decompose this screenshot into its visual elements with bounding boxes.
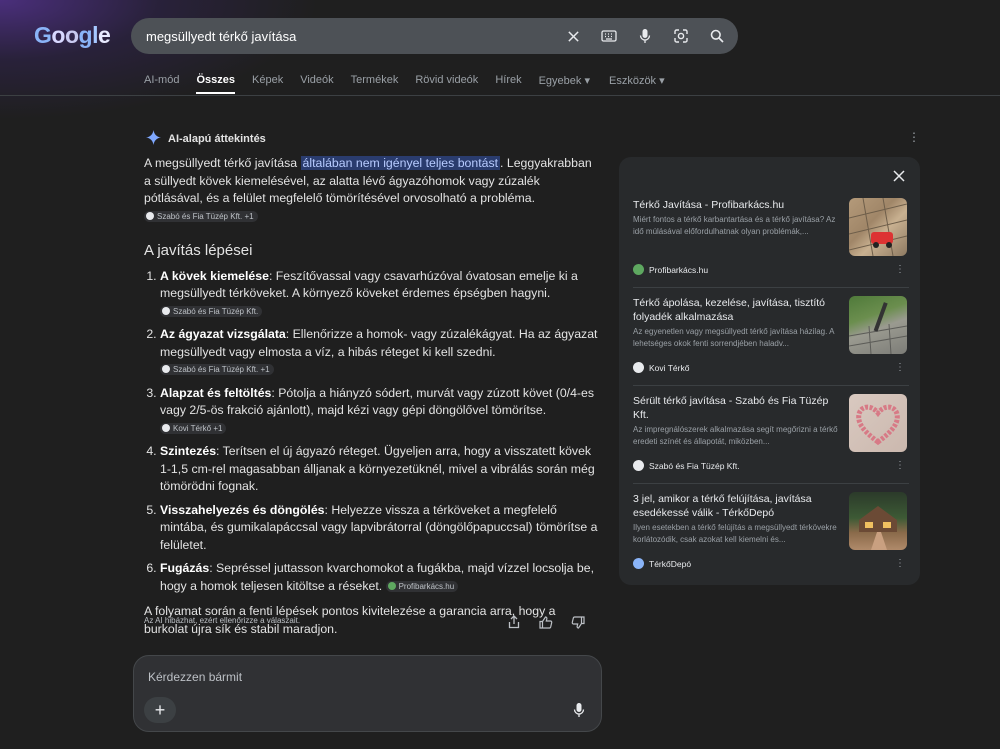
step-item: Alapzat és feltöltés: Pótolja a hiányzó …: [160, 385, 599, 438]
step-item: Szintezés: Terítsen el új ágyazó réteget…: [160, 443, 599, 496]
source-snippet: Ilyen esetekben a térkő felújítás a megs…: [633, 523, 837, 544]
clear-icon[interactable]: [564, 27, 582, 45]
search-icon[interactable]: [708, 27, 726, 45]
source-card[interactable]: Sérült térkő javítása - Szabó és Fia Tüz…: [633, 394, 907, 471]
source-site[interactable]: Profibarkács.hu: [633, 264, 708, 275]
favicon-icon: [146, 211, 154, 220]
citation-chip[interactable]: Szabó és Fia Tüzép Kft. +1: [160, 364, 274, 376]
add-icon[interactable]: +: [144, 697, 176, 723]
source-snippet: Miért fontos a térkő karbantartása és a …: [633, 215, 836, 236]
source-divider: [633, 483, 909, 484]
tab-videos[interactable]: Videók: [300, 74, 333, 94]
close-icon[interactable]: [893, 169, 905, 187]
source-snippet: Az impregnálószerek alkalmazása segít me…: [633, 425, 838, 446]
source-title[interactable]: 3 jel, amikor a térkő felújítása, javítá…: [633, 492, 841, 520]
source-site[interactable]: TérkőDepó: [633, 558, 691, 569]
source-more-icon[interactable]: ⋮: [895, 362, 905, 373]
tab-products[interactable]: Termékek: [351, 74, 399, 94]
tab-news[interactable]: Hírek: [495, 74, 521, 94]
step-item: Visszahelyezés és döngölés: Helyezze vis…: [160, 502, 599, 555]
source-title[interactable]: Térkő ápolása, kezelése, javítása, tiszt…: [633, 296, 841, 324]
ai-overview-header: AI-alapú áttekintés: [146, 130, 266, 148]
tab-ai-mode[interactable]: AI-mód: [144, 74, 179, 94]
source-thumbnail[interactable]: [849, 394, 907, 452]
source-site[interactable]: Szabó és Fia Tüzép Kft.: [633, 460, 740, 471]
step-item: Fugázás: Sepréssel juttasson kvarchomoko…: [160, 560, 599, 595]
source-title[interactable]: Sérült térkő javítása - Szabó és Fia Tüz…: [633, 394, 841, 422]
camera-lens-icon[interactable]: [672, 27, 690, 45]
citation-chip[interactable]: Kovi Térkő +1: [160, 422, 227, 434]
ai-disclaimer: Az AI hibázhat, ezért ellenőrizze a vála…: [144, 616, 301, 625]
favicon-icon: [633, 460, 644, 471]
feedback-actions: [506, 614, 586, 630]
source-divider: [633, 385, 909, 386]
sparkle-icon: [146, 130, 161, 148]
tab-tools[interactable]: Eszközök ▾: [609, 74, 665, 94]
citation-chip[interactable]: Szabó és Fia Tüzép Kft.: [160, 305, 263, 317]
ai-overview-title: AI-alapú áttekintés: [168, 133, 266, 145]
tab-short-videos[interactable]: Rövid videók: [415, 74, 478, 94]
sources-panel: Térkő Javítása - Profibarkács.hu Miért f…: [619, 157, 920, 585]
citation-chip[interactable]: Szabó és Fia Tüzép Kft. +1: [144, 210, 258, 222]
more-options-icon[interactable]: ⋮: [908, 131, 920, 143]
source-thumbnail[interactable]: [849, 296, 907, 354]
ai-overview-body: A megsüllyedt térkő javítása általában n…: [144, 155, 599, 638]
step-item: Az ágyazat vizsgálata: Ellenőrizze a hom…: [160, 326, 599, 379]
search-box[interactable]: megsüllyedt térkő javítása: [131, 18, 738, 54]
source-more-icon[interactable]: ⋮: [895, 460, 905, 471]
ai-intro: A megsüllyedt térkő javítása általában n…: [144, 155, 599, 225]
search-input[interactable]: megsüllyedt térkő javítása: [146, 29, 564, 44]
source-divider: [633, 287, 909, 288]
favicon-icon: [633, 558, 644, 569]
source-snippet: Az egyenetlen vagy megsüllyedt térkő jav…: [633, 327, 835, 348]
steps-heading: A javítás lépései: [144, 242, 253, 259]
source-card[interactable]: Térkő Javítása - Profibarkács.hu Miért f…: [633, 198, 907, 275]
favicon-icon: [633, 264, 644, 275]
search-tabs: AI-mód Összes Képek Videók Termékek Rövi…: [144, 74, 682, 94]
source-thumbnail[interactable]: [849, 198, 907, 256]
step-item: A kövek kiemelése: Feszítővassal vagy cs…: [160, 268, 599, 321]
tab-more[interactable]: Egyebek ▾: [539, 74, 590, 94]
source-card[interactable]: 3 jel, amikor a térkő felújítása, javítá…: [633, 492, 907, 569]
intro-text: A megsüllyedt térkő javítása: [144, 156, 301, 170]
microphone-icon[interactable]: [573, 702, 585, 723]
thumbs-up-icon[interactable]: [538, 614, 554, 630]
share-icon[interactable]: [506, 614, 522, 630]
source-more-icon[interactable]: ⋮: [895, 558, 905, 569]
tab-all[interactable]: Összes: [196, 74, 235, 94]
keyboard-icon[interactable]: [600, 27, 618, 45]
source-title[interactable]: Térkő Javítása - Profibarkács.hu: [633, 198, 841, 212]
tab-images[interactable]: Képek: [252, 74, 283, 94]
steps-list: A kövek kiemelése: Feszítővassal vagy cs…: [160, 268, 599, 596]
source-card[interactable]: Térkő ápolása, kezelése, javítása, tiszt…: [633, 296, 907, 373]
citation-chip[interactable]: Profibarkács.hu: [385, 580, 459, 592]
thumbs-down-icon[interactable]: [570, 614, 586, 630]
intro-highlight[interactable]: általában nem igényel teljes bontást: [300, 156, 501, 170]
source-thumbnail[interactable]: [849, 492, 907, 550]
source-site[interactable]: Kovi Térkő: [633, 362, 689, 373]
source-more-icon[interactable]: ⋮: [895, 264, 905, 275]
google-logo[interactable]: Google: [34, 22, 111, 49]
microphone-icon[interactable]: [636, 27, 654, 45]
ask-input[interactable]: Kérdezzen bármit: [148, 670, 242, 684]
ask-box[interactable]: Kérdezzen bármit +: [133, 655, 602, 732]
header-divider: [0, 95, 1000, 96]
favicon-icon: [633, 362, 644, 373]
